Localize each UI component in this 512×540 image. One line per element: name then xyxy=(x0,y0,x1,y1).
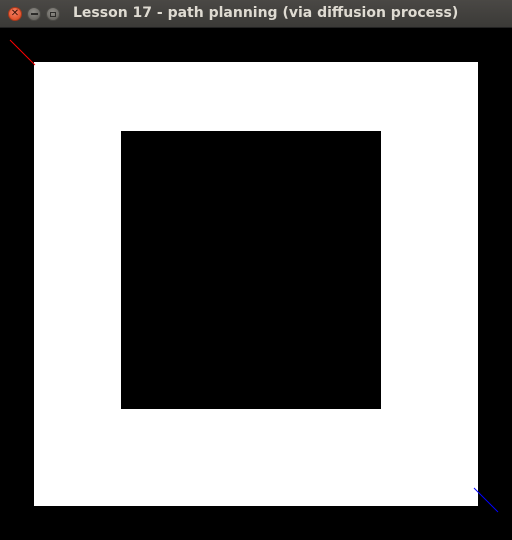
maximize-icon[interactable] xyxy=(46,7,60,21)
app-window: ✕ Lesson 17 - path planning (via diffusi… xyxy=(0,0,512,540)
window-title: Lesson 17 - path planning (via diffusion… xyxy=(73,5,459,21)
close-icon[interactable]: ✕ xyxy=(8,7,22,21)
start-marker xyxy=(9,39,36,66)
goal-marker xyxy=(473,487,499,513)
path-markers xyxy=(9,39,499,513)
title-bar[interactable]: ✕ Lesson 17 - path planning (via diffusi… xyxy=(0,0,512,28)
minimize-icon[interactable] xyxy=(27,7,41,21)
map-canvas[interactable] xyxy=(0,28,512,540)
